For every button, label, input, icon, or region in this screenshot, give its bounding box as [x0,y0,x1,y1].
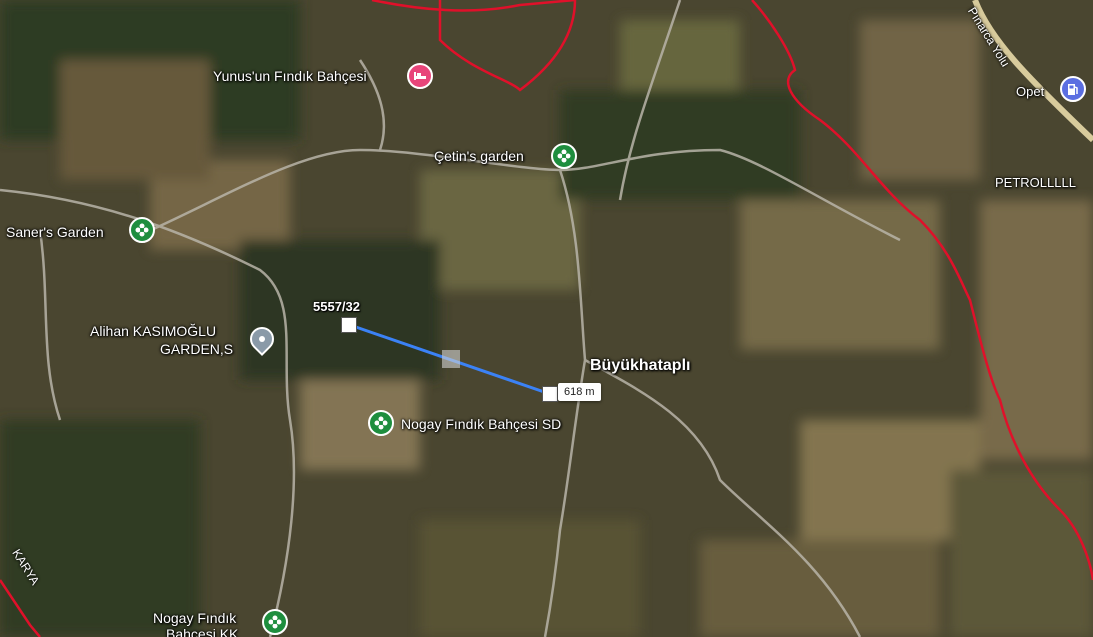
place-label-alihan-line2[interactable]: GARDEN,S [160,341,233,357]
place-label-yunus[interactable]: Yunus'un Fındık Bahçesi [213,68,367,84]
measure-end-handle[interactable] [542,386,558,402]
flower-icon[interactable] [262,609,288,635]
flower-icon[interactable] [368,410,394,436]
measure-start-handle[interactable] [341,317,357,333]
place-label-nogay-kk-line2[interactable]: Bahçesi KK [166,626,238,637]
measure-midpoint-handle[interactable] [442,350,460,368]
satellite-map[interactable]: 618 m 5557/32 Yunus'un Fındık Bahçesi Çe… [0,0,1093,637]
distance-label: 618 m [558,383,601,401]
fuel-icon[interactable] [1060,76,1086,102]
place-label-alihan[interactable]: Alihan KASIMOĞLU [90,323,216,339]
measure-line [349,323,551,396]
bed-icon[interactable] [407,63,433,89]
flower-icon[interactable] [551,143,577,169]
place-label-nogay-sd[interactable]: Nogay Fındık Bahçesi SD [401,416,561,432]
place-label-saner[interactable]: Saner's Garden [6,224,104,240]
village-label: Büyükhataplı [590,357,691,374]
place-label-opet[interactable]: Opet [1016,84,1044,99]
flower-icon[interactable] [129,217,155,243]
place-label-cetin[interactable]: Çetin's garden [434,148,524,164]
parcel-label: 5557/32 [313,299,360,314]
place-label-nogay-kk[interactable]: Nogay Fındık [153,610,236,626]
place-label-petrol[interactable]: PETROLLLLL [995,175,1076,190]
